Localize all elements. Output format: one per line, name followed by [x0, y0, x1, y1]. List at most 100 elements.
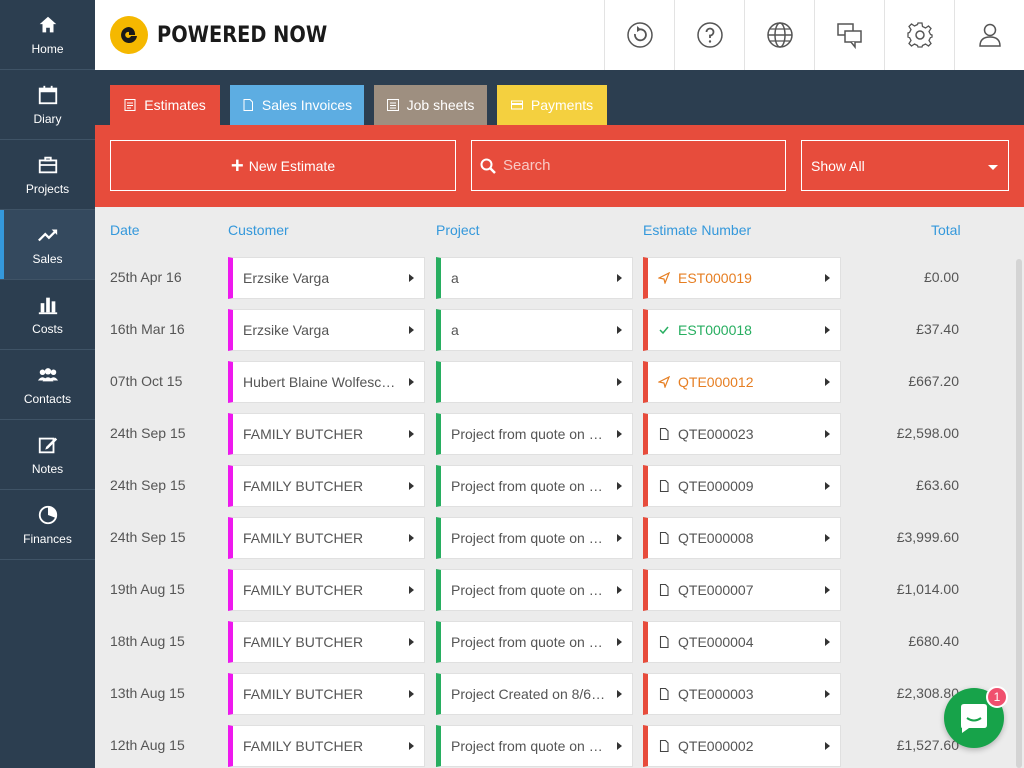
row-estimate-number: QTE000004	[678, 634, 754, 650]
table-row[interactable]: 13th Aug 15 FAMILY BUTCHER Project Created…	[95, 673, 1015, 725]
row-customer-link[interactable]: FAMILY BUTCHER	[228, 569, 425, 611]
row-customer-link[interactable]: FAMILY BUTCHER	[228, 517, 425, 559]
row-customer-link[interactable]: Erzsike Varga	[228, 257, 425, 299]
row-project-link[interactable]	[436, 361, 633, 403]
table-row[interactable]: 12th Aug 15 FAMILY BUTCHER Project from qu…	[95, 725, 1015, 768]
chevron-right-icon	[409, 586, 414, 594]
row-estimate-number: EST000018	[678, 322, 752, 338]
sidebar-item-projects[interactable]: Projects	[0, 140, 95, 210]
row-project-link[interactable]: Project from quote on 8/1…	[436, 725, 633, 767]
chevron-right-icon	[825, 326, 830, 334]
column-header-customer[interactable]: Customer	[228, 222, 289, 238]
row-date: 16th Mar 16	[110, 321, 185, 337]
row-total: £63.60	[916, 477, 959, 493]
globe-icon	[766, 22, 793, 48]
row-estimate-link[interactable]: QTE000012	[643, 361, 841, 403]
row-customer: FAMILY BUTCHER	[243, 738, 364, 754]
column-header-date[interactable]: Date	[110, 222, 140, 238]
row-estimate-link[interactable]: QTE000002	[643, 725, 841, 767]
row-customer-link[interactable]: FAMILY BUTCHER	[228, 621, 425, 663]
row-project-link[interactable]: Project from quote on 9/2…	[436, 413, 633, 455]
help-button[interactable]	[674, 0, 744, 70]
row-project: Project Created on 8/6/20…	[451, 686, 608, 702]
row-project-link[interactable]: Project from quote on 8/1…	[436, 569, 633, 611]
column-header-total[interactable]: Total	[931, 222, 961, 238]
sidebar-item-costs[interactable]: Costs	[0, 280, 95, 350]
profile-button[interactable]	[954, 0, 1024, 70]
logo[interactable]: POWERED NOW	[95, 0, 604, 70]
row-estimate-link[interactable]: QTE000023	[643, 413, 841, 455]
refresh-button[interactable]	[604, 0, 674, 70]
sidebar-item-contacts[interactable]: Contacts	[0, 350, 95, 420]
search-input[interactable]	[503, 157, 773, 174]
row-customer-link[interactable]: FAMILY BUTCHER	[228, 465, 425, 507]
row-customer: FAMILY BUTCHER	[243, 426, 364, 442]
column-header-project[interactable]: Project	[436, 222, 480, 238]
row-customer: Erzsike Varga	[243, 270, 330, 286]
chevron-right-icon	[825, 638, 830, 646]
scrollbar[interactable]	[1016, 259, 1022, 768]
chevron-down-icon	[988, 165, 998, 170]
filter-select[interactable]: Show All	[801, 140, 1009, 191]
row-estimate-link[interactable]: QTE000007	[643, 569, 841, 611]
tab-payments[interactable]: Payments	[497, 85, 607, 125]
messages-button[interactable]	[814, 0, 884, 70]
row-project-link[interactable]: a	[436, 257, 633, 299]
language-button[interactable]	[744, 0, 814, 70]
row-customer-link[interactable]: Erzsike Varga	[228, 309, 425, 351]
sidebar-item-diary[interactable]: Diary	[0, 70, 95, 140]
row-estimate-link[interactable]: QTE000008	[643, 517, 841, 559]
row-estimate-number: QTE000008	[678, 530, 754, 546]
table-row[interactable]: 24th Sep 15 FAMILY BUTCHER Project from qu…	[95, 517, 1015, 569]
table-row[interactable]: 18th Aug 15 FAMILY BUTCHER Project from qu…	[95, 621, 1015, 673]
sidebar-item-finances[interactable]: Finances	[0, 490, 95, 560]
row-customer-link[interactable]: FAMILY BUTCHER	[228, 673, 425, 715]
row-customer-link[interactable]: FAMILY BUTCHER	[228, 413, 425, 455]
row-estimate-link[interactable]: QTE000004	[643, 621, 841, 663]
chevron-right-icon	[825, 534, 830, 542]
chevron-right-icon	[409, 378, 414, 386]
sidebar-item-label: Home	[31, 41, 64, 56]
row-project-link[interactable]: a	[436, 309, 633, 351]
row-project: Project from quote on 9/2…	[451, 426, 608, 442]
bar-chart-icon	[38, 297, 57, 314]
chevron-right-icon	[409, 326, 414, 334]
tab-sales-invoices[interactable]: Sales Invoices	[230, 85, 364, 125]
chevron-right-icon	[617, 430, 622, 438]
row-project-link[interactable]: Project Created on 8/6/20…	[436, 673, 633, 715]
table-row[interactable]: 19th Aug 15 FAMILY BUTCHER Project from qu…	[95, 569, 1015, 621]
row-project-link[interactable]: Project from quote on 8/1…	[436, 621, 633, 663]
calendar-icon	[38, 85, 57, 104]
row-project-link[interactable]: Project from quote on 9/2…	[436, 517, 633, 559]
row-project: a	[451, 270, 459, 286]
table-row[interactable]: 16th Mar 16 Erzsike Varga a EST000018 £37.40	[95, 309, 1015, 361]
row-project-link[interactable]: Project from quote on 9/2…	[436, 465, 633, 507]
sidebar-item-sales[interactable]: Sales	[0, 210, 95, 280]
row-estimate-link[interactable]: QTE000009	[643, 465, 841, 507]
row-date: 24th Sep 15	[110, 529, 186, 545]
row-customer-link[interactable]: Hubert Blaine Wolfeschle…	[228, 361, 425, 403]
sidebar-item-home[interactable]: Home	[0, 0, 95, 70]
row-estimate-link[interactable]: EST000018	[643, 309, 841, 351]
tab-estimates[interactable]: Estimates	[110, 85, 220, 125]
briefcase-icon	[38, 156, 57, 173]
chevron-right-icon	[825, 430, 830, 438]
row-customer: Hubert Blaine Wolfeschle…	[243, 374, 400, 390]
new-estimate-button[interactable]: + New Estimate	[110, 140, 456, 191]
row-customer: FAMILY BUTCHER	[243, 686, 364, 702]
settings-button[interactable]	[884, 0, 954, 70]
sidebar-item-notes[interactable]: Notes	[0, 420, 95, 490]
row-customer-link[interactable]: FAMILY BUTCHER	[228, 725, 425, 767]
row-date: 18th Aug 15	[110, 633, 185, 649]
column-header-estimate-number[interactable]: Estimate Number	[643, 222, 751, 238]
table-row[interactable]: 07th Oct 15 Hubert Blaine Wolfeschle… QTE0…	[95, 361, 1015, 413]
row-estimate-link[interactable]: EST000019	[643, 257, 841, 299]
estimate-doc-icon	[124, 99, 136, 111]
table-row[interactable]: 24th Sep 15 FAMILY BUTCHER Project from qu…	[95, 413, 1015, 465]
chevron-right-icon	[617, 482, 622, 490]
table-row[interactable]: 24th Sep 15 FAMILY BUTCHER Project from qu…	[95, 465, 1015, 517]
row-customer: Erzsike Varga	[243, 322, 330, 338]
tab-job-sheets[interactable]: Job sheets	[374, 85, 487, 125]
table-row[interactable]: 25th Apr 16 Erzsike Varga a EST000019 £0.00	[95, 257, 1015, 309]
row-estimate-link[interactable]: QTE000003	[643, 673, 841, 715]
